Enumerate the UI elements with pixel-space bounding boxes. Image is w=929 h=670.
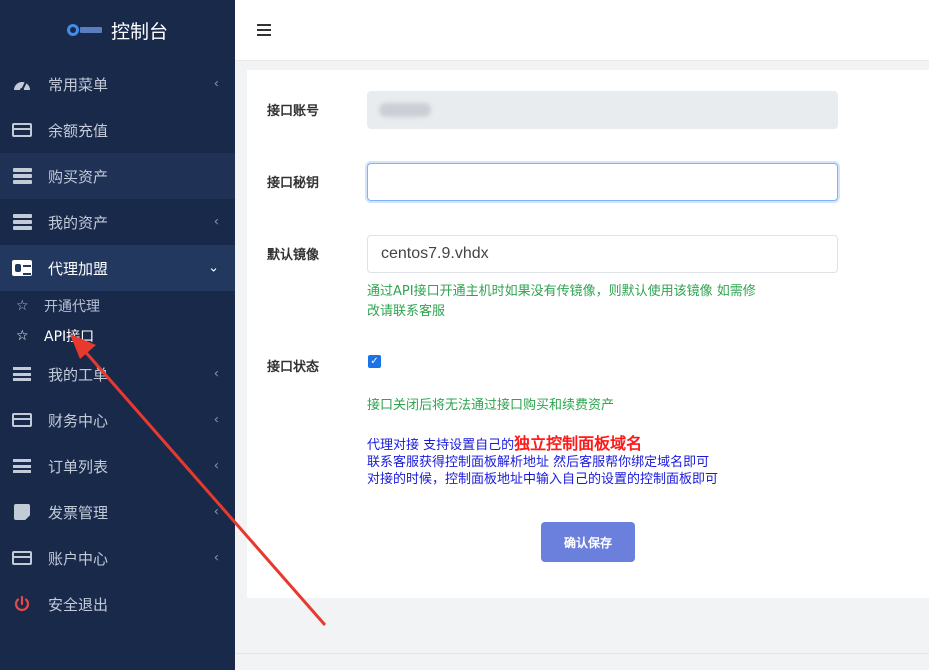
sidebar-item-recharge[interactable]: 余额充值 <box>0 107 235 153</box>
redacted-mask <box>379 103 431 117</box>
chevron-left-icon: ‹ <box>213 550 219 566</box>
status-label: 接口状态 <box>267 360 320 375</box>
sidebar-item-label: 订单列表 <box>48 457 109 476</box>
top-bar <box>235 0 929 61</box>
sidebar-item-label: 代理加盟 <box>48 259 109 278</box>
api-settings-card: 接口账号 接口秘钥 默认镜像 通过API接口开通主机时如果没有传镜像，则默认使用… <box>247 70 929 598</box>
note-icon <box>12 504 32 520</box>
brand-title: 控制台 <box>110 21 168 43</box>
account-label: 接口账号 <box>267 104 320 119</box>
api-secret-input[interactable] <box>367 163 838 201</box>
proxy-notice: 代理对接 支持设置自己的独立控制面板域名 联系客服获得控制面板解析地址 然后客服… <box>367 434 719 487</box>
chevron-left-icon: ‹ <box>213 412 219 428</box>
sidebar-item-orders[interactable]: 订单列表 ‹ <box>0 443 235 489</box>
server-icon <box>12 214 32 230</box>
sidebar-item-my-assets[interactable]: 我的资产 ‹ <box>0 199 235 245</box>
sidebar-subitem-api[interactable]: ☆ API接口 <box>0 321 235 351</box>
sidebar-item-logout[interactable]: 安全退出 <box>0 581 235 627</box>
chevron-left-icon: ‹ <box>213 458 219 474</box>
sidebar-item-label: 我的资产 <box>48 213 109 232</box>
dashboard-icon <box>12 76 32 92</box>
status-hint: 接口关闭后将无法通过接口购买和续费资产 <box>367 398 615 413</box>
sidebar-item-label: 我的工单 <box>48 365 109 384</box>
sidebar-item-account[interactable]: 账户中心 ‹ <box>0 535 235 581</box>
sidebar-subitem-label: API接口 <box>44 329 95 345</box>
secret-label: 接口秘钥 <box>267 176 320 191</box>
credit-card-icon <box>12 122 32 138</box>
image-hint: 通过API接口开通主机时如果没有传镜像，则默认使用该镜像 如需修 改请联系客服 <box>367 284 756 319</box>
chevron-left-icon: ‹ <box>213 214 219 230</box>
sidebar-item-agent-join[interactable]: 代理加盟 ⌄ <box>0 245 235 291</box>
sidebar: 控制台 常用菜单 ‹ 余额充值 购买资产 我的资产 ‹ 代理加盟 ⌄ ☆ 开通代… <box>0 0 235 670</box>
image-label: 默认镜像 <box>267 248 320 263</box>
sidebar-subitem-label: 开通代理 <box>44 299 100 315</box>
chevron-down-icon: ⌄ <box>208 260 219 276</box>
menu-toggle-icon[interactable] <box>257 24 271 36</box>
default-image-input[interactable] <box>367 235 838 273</box>
id-card-icon <box>12 260 32 276</box>
proxy-emphasis: 独立控制面板域名 <box>514 434 643 453</box>
sidebar-item-invoices[interactable]: 发票管理 ‹ <box>0 489 235 535</box>
sidebar-item-finance[interactable]: 财务中心 ‹ <box>0 397 235 443</box>
sidebar-subitem-open-agent[interactable]: ☆ 开通代理 <box>0 291 235 321</box>
sidebar-item-label: 安全退出 <box>48 595 109 614</box>
id-card-icon <box>12 550 32 566</box>
credit-card-icon <box>12 412 32 428</box>
list-icon <box>12 458 32 474</box>
list-icon <box>12 366 32 382</box>
power-icon <box>12 595 32 612</box>
sidebar-item-buy-assets[interactable]: 购买资产 <box>0 153 235 199</box>
brand-logo-icon <box>66 23 103 38</box>
sidebar-item-label: 发票管理 <box>48 503 109 522</box>
sidebar-item-label: 账户中心 <box>48 549 109 568</box>
chevron-left-icon: ‹ <box>213 76 219 92</box>
footer-divider <box>235 653 929 654</box>
api-account-field[interactable] <box>367 91 838 129</box>
api-status-checkbox[interactable]: ✓ <box>368 355 381 368</box>
sidebar-item-label: 余额充值 <box>48 121 109 140</box>
chevron-left-icon: ‹ <box>213 504 219 520</box>
sidebar-item-label: 购买资产 <box>48 167 109 186</box>
sidebar-item-tickets[interactable]: 我的工单 ‹ <box>0 351 235 397</box>
sidebar-item-common-menu[interactable]: 常用菜单 ‹ <box>0 61 235 107</box>
brand[interactable]: 控制台 <box>0 0 235 61</box>
star-icon: ☆ <box>16 328 29 344</box>
sidebar-item-label: 常用菜单 <box>48 75 109 94</box>
star-icon: ☆ <box>16 298 29 314</box>
save-button[interactable]: 确认保存 <box>541 522 635 562</box>
chevron-left-icon: ‹ <box>213 366 219 382</box>
sidebar-item-label: 财务中心 <box>48 411 109 430</box>
server-icon <box>12 168 32 184</box>
